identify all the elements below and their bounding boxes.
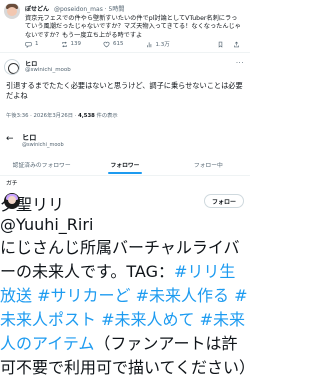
avatar-face [7, 7, 17, 16]
screen: ぽせどん @poseidon_mas · 5時間 資京元フェスでの件やら壁新すい… [0, 0, 255, 377]
tab-verified-followers[interactable]: 認証済みのフォロワー [0, 152, 83, 174]
back-arrow-icon[interactable]: ← [6, 134, 14, 144]
follow-button[interactable]: フォロー [204, 194, 244, 208]
views-icon [146, 41, 151, 47]
avatar[interactable] [4, 59, 20, 75]
tweet-meta: 午後3:36 · 2026年3月26日 · 4,538 件の表示 [6, 111, 118, 119]
tab-followers[interactable]: フォロワー [83, 152, 166, 174]
tweet-text: 資京元フェスでの件やら壁新すいたいの件でpl討論としてVTuber名刺にラってい… [25, 15, 241, 39]
tab-following[interactable]: フォロー中 [167, 152, 250, 174]
avatar[interactable] [4, 193, 20, 209]
bookmark-button[interactable] [217, 41, 227, 48]
author-name[interactable]: ぽせどん [25, 6, 49, 13]
followers-panel: ← ヒロ @swinichi_moob 認証済みのフォロワー フォロワー フォロ… [0, 128, 255, 377]
reply-button[interactable]: 1 [25, 41, 39, 48]
view-count: 4,538 [78, 113, 95, 119]
user-cell[interactable]: 夕聖リリ @Yuuhi_Riri フォロー にじさんじ所属バーチャルライバーの未… [0, 191, 255, 377]
panel-header: ← ヒロ @swinichi_moob [0, 128, 250, 150]
like-button[interactable]: 615 [103, 41, 124, 48]
user-handle[interactable]: @Yuuhi_Riri [0, 215, 250, 234]
profile-handle: @swinichi_moob [22, 142, 64, 148]
avatar[interactable] [4, 3, 20, 19]
avatar-face [8, 196, 16, 204]
follow-tabs: 認証済みのフォロワー フォロワー フォロー中 [0, 152, 250, 174]
bookmark-icon [218, 41, 223, 48]
user-bio: にじさんじ所属バーチャルライバーの未来人です。TAG：#リリ生放送 #サリカーど… [0, 234, 255, 378]
retweet-icon [61, 41, 67, 47]
tweet-text: 引退するまでたたく必要はないと思うけど、調子に乗らせないことは必要だよね [6, 81, 243, 100]
retweet-count: 139 [70, 41, 82, 47]
reply-icon [25, 41, 32, 48]
reply-count: 1 [35, 41, 39, 47]
avatar-drawing [8, 63, 19, 74]
share-button[interactable] [233, 41, 243, 48]
like-count: 615 [113, 41, 124, 47]
views-button[interactable]: 1.3万 [146, 40, 170, 48]
view-count-label: 件の表示 [94, 113, 118, 119]
views-count: 1.3万 [155, 42, 170, 48]
more-options-icon[interactable]: ··· [236, 59, 244, 67]
share-icon [234, 41, 239, 47]
tweet-header: ぽせどん @poseidon_mas · 5時間 [25, 4, 124, 13]
author-handle[interactable]: @poseidon_mas · 5時間 [54, 6, 124, 13]
divider [0, 175, 250, 176]
heart-icon [103, 41, 110, 47]
tweet-timestamp[interactable]: 午後3:36 · 2026年3月26日 · [6, 113, 78, 119]
tweet-1[interactable]: ぽせどん @poseidon_mas · 5時間 資京元フェスでの件やら壁新すい… [0, 0, 250, 52]
author-handle[interactable]: @swinichi_moob [25, 67, 71, 73]
tweet-actions: 1 139 615 1.3万 [25, 40, 243, 48]
retweet-button[interactable]: 139 [61, 41, 82, 48]
section-label: ガチ [6, 181, 18, 187]
